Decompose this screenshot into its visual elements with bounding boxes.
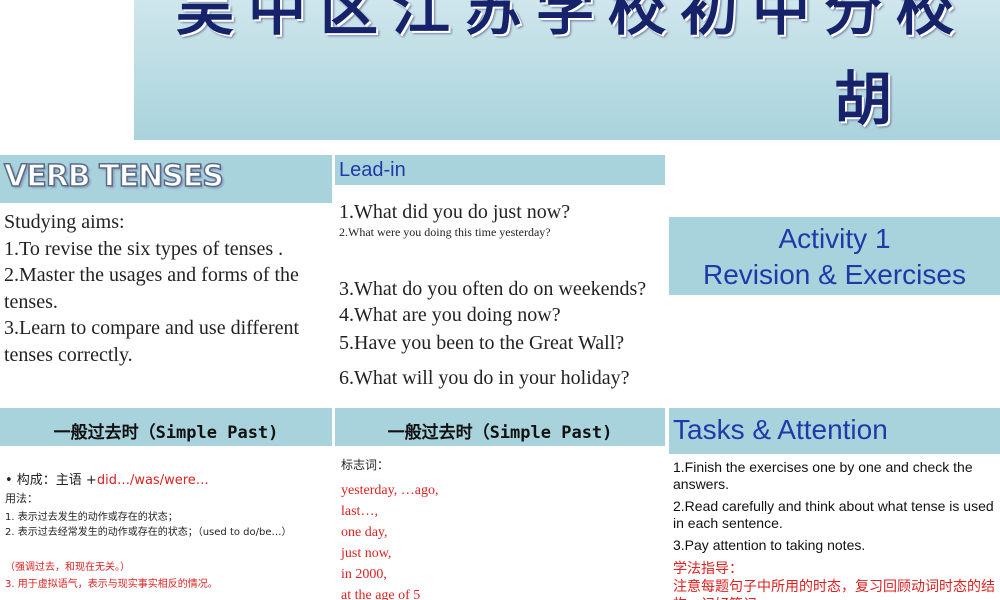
aims-label: Studying aims: bbox=[4, 211, 125, 233]
question-item: 4.What are you doing now? bbox=[339, 304, 561, 326]
signal-label: 标志词： bbox=[341, 458, 390, 472]
aim-item: 1.To revise the six types of tenses . bbox=[4, 237, 284, 260]
slide-header-label: 一般过去时（Simple Past) bbox=[53, 423, 279, 443]
activity-line-2: Revision & Exercises bbox=[703, 259, 966, 290]
usage-item: 1. 表示过去发生的动作或存在的状态； bbox=[5, 512, 178, 523]
structure-forms: did…/was/were… bbox=[96, 473, 209, 488]
slide-header-label: Lead-in bbox=[339, 159, 406, 181]
structure-prefix: • 构成：主语 + bbox=[5, 473, 97, 488]
title-banner: 吴中区江苏学校初中分校 胡 定 bbox=[134, 0, 1000, 140]
signal-word: last…, bbox=[341, 504, 378, 519]
task-item: 2.Read carefully and think about what te… bbox=[673, 498, 994, 531]
question-item: 2.What were you doing this time yesterda… bbox=[339, 225, 551, 239]
activity-title: Activity 1 Revision & Exercises bbox=[669, 221, 1000, 293]
slide-simple-past-usage[interactable]: 一般过去时（Simple Past) • 构成：主语 +did…/was/wer… bbox=[0, 408, 332, 600]
aim-item: 2.Master the usages and forms of the ten… bbox=[4, 264, 299, 313]
guide-label: 学法指导： bbox=[673, 561, 743, 577]
activity-line-1: Activity 1 bbox=[778, 223, 891, 254]
slide-simple-past-signals[interactable]: 一般过去时（Simple Past) 标志词： yesterday, …ago,… bbox=[335, 408, 665, 600]
task-item: 3.Pay attention to taking notes. bbox=[673, 537, 866, 553]
signal-word: in 2000, bbox=[341, 567, 387, 582]
task-item: 1.Finish the exercises one by one and ch… bbox=[673, 459, 973, 492]
slide-title: Tasks & Attention bbox=[673, 414, 888, 445]
aims-block: Studying aims: 1.To revise the six types… bbox=[4, 209, 332, 368]
slide-lead-in[interactable]: Lead-in 1.What did you do just now? 2.Wh… bbox=[335, 155, 665, 403]
teacher-name: 胡 定 bbox=[834, 65, 1000, 133]
question-item: 1.What did you do just now? bbox=[339, 201, 571, 223]
question-item: 6.What will you do in your holiday? bbox=[339, 367, 630, 389]
question-item: 5.Have you been to the Great Wall? bbox=[339, 332, 625, 354]
usage-label: 用法： bbox=[5, 492, 38, 505]
question-item: 3.What do you often do on weekends? bbox=[339, 278, 647, 300]
slide-activity-1[interactable]: Activity 1 Revision & Exercises bbox=[669, 155, 1000, 403]
slide-header-label: 一般过去时（Simple Past) bbox=[387, 423, 613, 443]
signal-word: yesterday, …ago, bbox=[341, 483, 439, 498]
signal-word: just now, bbox=[341, 546, 392, 561]
guide-text: 注意每题句子中所用的时态，复习回顾动词时态的结构，记好笔记。 bbox=[673, 579, 995, 600]
slide-verb-tenses[interactable]: VERB TENSES Studying aims: 1.To revise t… bbox=[0, 155, 332, 403]
signal-word: at the age of 5 bbox=[341, 588, 421, 600]
slide-tasks-attention[interactable]: Tasks & Attention 1.Finish the exercises… bbox=[669, 408, 1000, 600]
usage-note: （强调过去，和现在无关。） bbox=[5, 562, 130, 573]
signal-word: one day, bbox=[341, 525, 388, 540]
structure-line: • 构成：主语 +did…/was/were… bbox=[5, 469, 209, 488]
school-name-title: 吴中区江苏学校初中分校 bbox=[175, 0, 968, 43]
usage-item: 3. 用于虚拟语气，表示与现实事实相反的情况。 bbox=[5, 579, 218, 590]
slide-title: VERB TENSES bbox=[3, 158, 224, 195]
usage-item: 2. 表示过去经常发生的动作或存在的状态；（used to do/be…） bbox=[5, 527, 292, 538]
aim-item: 3.Learn to compare and use different ten… bbox=[4, 317, 300, 366]
